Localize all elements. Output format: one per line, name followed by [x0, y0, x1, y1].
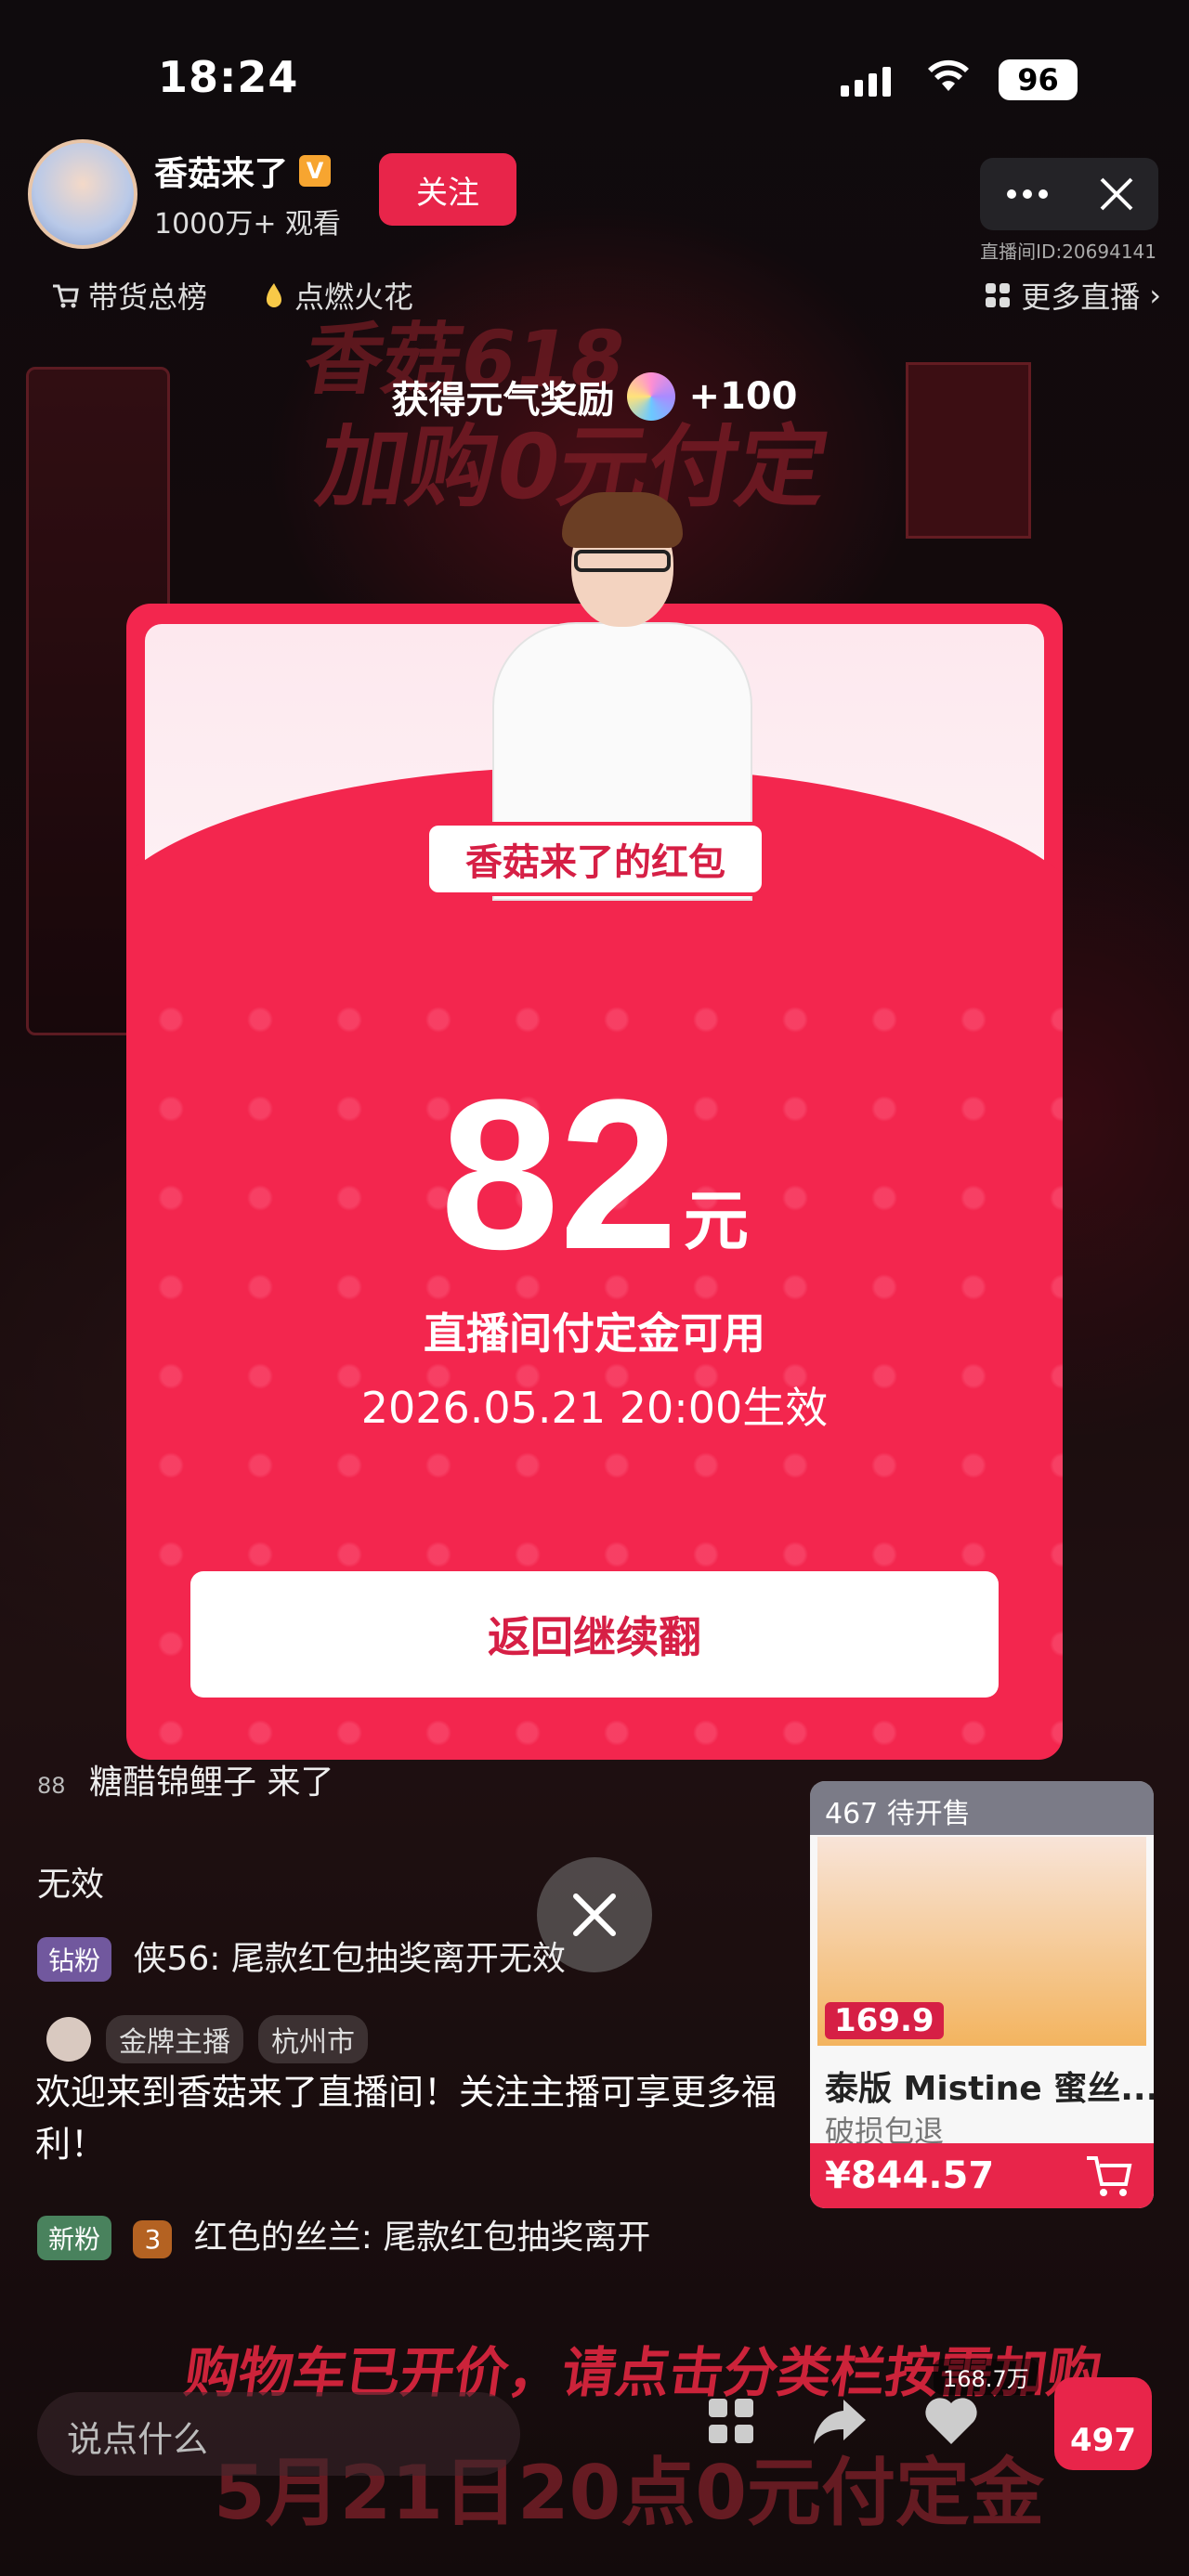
reward-text: 获得元气奖励: [391, 379, 615, 422]
level-badge: 3: [133, 2220, 173, 2258]
status-bar: 18:24 96: [0, 48, 1189, 113]
grid-icon: [986, 283, 1011, 307]
host-tags: 金牌主播 杭州市: [46, 2015, 368, 2063]
more-streams-label: 更多直播: [1021, 280, 1141, 315]
cart-small-icon: [53, 284, 79, 308]
sales-rank-link[interactable]: 带货总榜: [51, 274, 207, 317]
spark-label: 点燃火花: [294, 280, 414, 315]
sales-rank-label: 带货总榜: [88, 280, 208, 315]
buy-bar[interactable]: ¥844.57: [810, 2143, 1154, 2208]
host-name: 香菇来了: [154, 155, 289, 193]
bottom-actions: [706, 2396, 979, 2446]
product-price: ¥844.57: [825, 2154, 995, 2197]
host-name-row: 香菇来了 V: [154, 147, 341, 195]
add-to-cart-icon[interactable]: [1083, 2153, 1135, 2199]
like-icon[interactable]: [923, 2396, 979, 2446]
more-options-icon[interactable]: [1004, 188, 1051, 201]
product-price-tag: 169.9: [825, 2002, 944, 2039]
chat-prefix: 88: [37, 1773, 66, 1799]
room-id: 直播间ID:20694141: [980, 241, 1156, 263]
chevron-right-icon: ›: [1149, 278, 1161, 313]
reward-amount: +100: [688, 375, 798, 418]
comment-input[interactable]: 说点什么: [37, 2392, 520, 2476]
host-tag-location: 杭州市: [258, 2015, 368, 2063]
host-info: 香菇来了 V 1000万+ 观看: [154, 147, 341, 241]
view-count: 1000万+ 观看: [154, 208, 342, 241]
chat-text: 侠56: 尾款红包抽奖离开无效: [133, 1940, 566, 1978]
chat-message: 88 糖醋锦鲤子 来了: [37, 1755, 333, 1803]
host-header[interactable]: 香菇来了 V 1000万+ 观看: [28, 139, 341, 249]
verified-icon: V: [299, 155, 332, 187]
amount-value: 82: [440, 1055, 678, 1294]
sub-navigation: 带货总榜 点燃火花 更多直播 ›: [51, 274, 1161, 317]
signal-icon: [841, 65, 891, 97]
fan-badge: 新粉: [37, 2216, 112, 2260]
share-icon[interactable]: [812, 2396, 868, 2446]
host-tag-gold: 金牌主播: [106, 2015, 243, 2063]
red-packet-amount: 82 元: [0, 1068, 1189, 1281]
more-streams-link[interactable]: 更多直播 ›: [984, 274, 1161, 317]
chat-text: 红色的丝兰: 尾款红包抽奖离开: [193, 2218, 651, 2257]
flower-icon: [627, 372, 676, 421]
spark-link[interactable]: 点燃火花: [263, 274, 413, 317]
chat-text: 无效: [37, 1866, 105, 1904]
wifi-icon: [928, 59, 969, 91]
close-stream-icon[interactable]: [1099, 176, 1134, 212]
host-mini-avatar: [46, 2017, 91, 2062]
grid-menu-icon[interactable]: [706, 2396, 756, 2446]
chat-message: 无效: [37, 1857, 104, 1906]
usage-note: 直播间付定金可用: [424, 1308, 765, 1359]
like-count: 168.7万: [934, 2359, 1039, 2395]
amount-unit: 元: [683, 1183, 749, 1259]
top-controls: [980, 158, 1158, 230]
welcome-message: 欢迎来到香菇来了直播间！关注主播可享更多福利！: [35, 2072, 777, 2165]
status-time: 18:24: [158, 52, 299, 102]
product-card[interactable]: 467 待开售 169.9 泰版 Mistine 蜜丝... 破损包退 ¥844…: [810, 1781, 1154, 2208]
product-name: 泰版 Mistine 蜜丝...: [825, 2070, 1154, 2108]
fan-badge: 钻粉: [37, 1937, 112, 1982]
follow-button[interactable]: 关注: [379, 153, 516, 226]
close-icon: [573, 1893, 616, 1936]
valid-date: 2026.05.21 20:00生效: [360, 1383, 829, 1433]
battery-indicator: 96: [999, 59, 1078, 100]
shopping-cart-button[interactable]: 497: [1054, 2377, 1152, 2470]
chat-message: 新粉 3 红色的丝兰: 尾款红包抽奖离开: [37, 2210, 650, 2260]
pre-sale-label: 467 待开售: [810, 1781, 1154, 1835]
red-packet-label: 香菇来了的红包: [425, 822, 765, 896]
return-continue-button[interactable]: 返回继续翻: [190, 1571, 999, 1698]
reward-toast: 获得元气奖励 +100: [0, 370, 1189, 423]
flame-icon: [267, 283, 282, 307]
chat-message: 钻粉 侠56: 尾款红包抽奖离开无效: [37, 1932, 566, 1982]
chat-text: 糖醋锦鲤子 来了: [89, 1763, 334, 1802]
host-avatar[interactable]: [28, 139, 137, 249]
